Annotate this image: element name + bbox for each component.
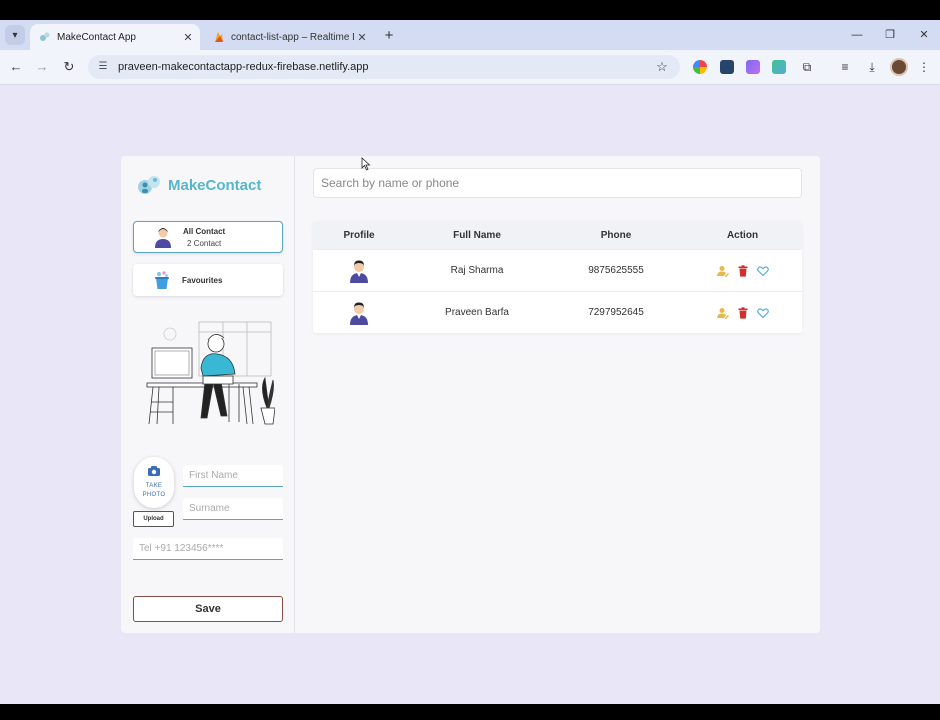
app-container: MakeContact All Contact 2 Contact Favour… bbox=[121, 156, 820, 633]
makecontact-favicon-icon bbox=[40, 32, 50, 41]
column-header: Phone bbox=[600, 229, 632, 241]
more-menu-icon[interactable]: ⋮ bbox=[915, 58, 933, 76]
delete-icon[interactable] bbox=[737, 264, 749, 277]
download-icon[interactable]: ⤓ bbox=[863, 58, 881, 76]
page-viewport: MakeContact All Contact 2 Contact Favour… bbox=[0, 85, 940, 704]
full-name-cell: Praveen Barfa bbox=[445, 307, 509, 318]
avatar bbox=[350, 259, 368, 283]
contacts-logo-icon bbox=[138, 176, 160, 194]
favourite-heart-icon[interactable] bbox=[756, 307, 769, 319]
bookmark-star-icon[interactable]: ☆ bbox=[652, 59, 672, 75]
forward-arrow-icon[interactable]: → bbox=[33, 58, 51, 76]
profile-cell bbox=[313, 259, 405, 283]
mouse-cursor-icon bbox=[361, 157, 371, 171]
action-cell bbox=[683, 306, 802, 319]
nav-all-contact[interactable]: All Contact 2 Contact bbox=[133, 221, 283, 253]
phone-cell: 9875625555 bbox=[588, 265, 644, 276]
brand[interactable]: MakeContact bbox=[137, 174, 261, 196]
close-tab-icon[interactable]: ✕ bbox=[180, 31, 196, 44]
table-header: Profile Full Name Phone Action bbox=[313, 221, 802, 249]
letterbox-top bbox=[0, 0, 940, 20]
browser-toolbar: ← → ↻ ☰ praveen-makecontactapp-redux-fir… bbox=[0, 50, 940, 85]
profile-cell bbox=[313, 301, 405, 325]
browser-chrome: ▾ MakeContact App ✕ contact-list-app – R… bbox=[0, 20, 940, 85]
tab-makecontact[interactable]: MakeContact App ✕ bbox=[30, 24, 200, 50]
nav-label: All Contact bbox=[183, 226, 226, 236]
edit-user-icon[interactable] bbox=[716, 307, 729, 319]
extension-gem-icon[interactable] bbox=[746, 60, 760, 74]
extension-sparkle-icon[interactable] bbox=[772, 60, 786, 74]
camera-icon bbox=[148, 465, 160, 476]
edit-user-icon[interactable] bbox=[716, 265, 729, 277]
table-row: Praveen Barfa 7297952645 bbox=[313, 291, 802, 333]
delete-icon[interactable] bbox=[737, 306, 749, 319]
tab-title: contact-list-app – Realtime Dat bbox=[231, 31, 354, 43]
contacts-table: Profile Full Name Phone Action Raj Sharm… bbox=[313, 221, 802, 333]
nav-favourites[interactable]: Favourites bbox=[133, 264, 283, 296]
firebase-favicon-icon bbox=[215, 32, 223, 42]
first-name-field[interactable] bbox=[183, 465, 283, 487]
address-bar[interactable]: ☰ praveen-makecontactapp-redux-firebase.… bbox=[88, 55, 680, 79]
reload-icon[interactable]: ↻ bbox=[60, 58, 78, 76]
column-header: Profile bbox=[343, 229, 375, 241]
tab-title: MakeContact App bbox=[57, 31, 136, 43]
extensions-puzzle-icon[interactable]: ⧉ bbox=[798, 58, 816, 76]
avatar bbox=[350, 301, 368, 325]
phone-field[interactable] bbox=[133, 538, 283, 560]
column-header: Action bbox=[726, 229, 759, 241]
nav-label: Favourites bbox=[182, 275, 223, 285]
tab-search-button[interactable]: ▾ bbox=[5, 25, 25, 45]
close-tab-icon[interactable]: ✕ bbox=[354, 31, 370, 44]
url-text[interactable]: praveen-makecontactapp-redux-firebase.ne… bbox=[118, 61, 652, 73]
letterbox-bottom bbox=[0, 704, 940, 720]
table-row: Raj Sharma 9875625555 bbox=[313, 249, 802, 291]
extension-color-icon[interactable] bbox=[693, 60, 707, 74]
full-name-cell: Raj Sharma bbox=[450, 265, 504, 276]
take-photo-label: TAKE bbox=[145, 482, 163, 489]
search-input[interactable] bbox=[313, 168, 802, 198]
site-settings-icon[interactable]: ☰ bbox=[96, 60, 110, 74]
surname-field[interactable] bbox=[183, 498, 283, 520]
media-controls-icon[interactable]: ≡ bbox=[836, 58, 854, 76]
contact-count: 2 Contact bbox=[187, 238, 222, 248]
sidebar: MakeContact All Contact 2 Contact Favour… bbox=[121, 156, 295, 633]
column-header: Full Name bbox=[453, 229, 501, 241]
take-photo-label: PHOTO bbox=[142, 491, 166, 498]
extension-react-icon[interactable] bbox=[720, 60, 734, 74]
brand-name: MakeContact bbox=[168, 176, 262, 194]
close-window-icon[interactable]: ✕ bbox=[910, 25, 938, 45]
back-arrow-icon[interactable]: ← bbox=[7, 58, 25, 76]
favourite-heart-icon[interactable] bbox=[756, 265, 769, 277]
tab-strip: ▾ MakeContact App ✕ contact-list-app – R… bbox=[0, 20, 940, 50]
profile-avatar[interactable] bbox=[890, 58, 908, 76]
save-button[interactable]: Save bbox=[133, 596, 283, 622]
person-icon bbox=[155, 228, 171, 248]
action-cell bbox=[683, 264, 802, 277]
phone-cell: 7297952645 bbox=[588, 307, 644, 318]
favourites-bucket-icon bbox=[155, 271, 169, 289]
restore-icon[interactable]: ❐ bbox=[876, 25, 904, 45]
upload-button[interactable]: Upload bbox=[133, 511, 174, 527]
new-tab-plus-icon[interactable]: + bbox=[380, 27, 398, 45]
desk-worker-illustration bbox=[146, 321, 275, 425]
take-photo-button[interactable]: TAKE PHOTO bbox=[134, 457, 174, 508]
minimize-icon[interactable]: — bbox=[843, 25, 871, 45]
tab-firebase[interactable]: contact-list-app – Realtime Dat ✕ bbox=[204, 24, 374, 50]
